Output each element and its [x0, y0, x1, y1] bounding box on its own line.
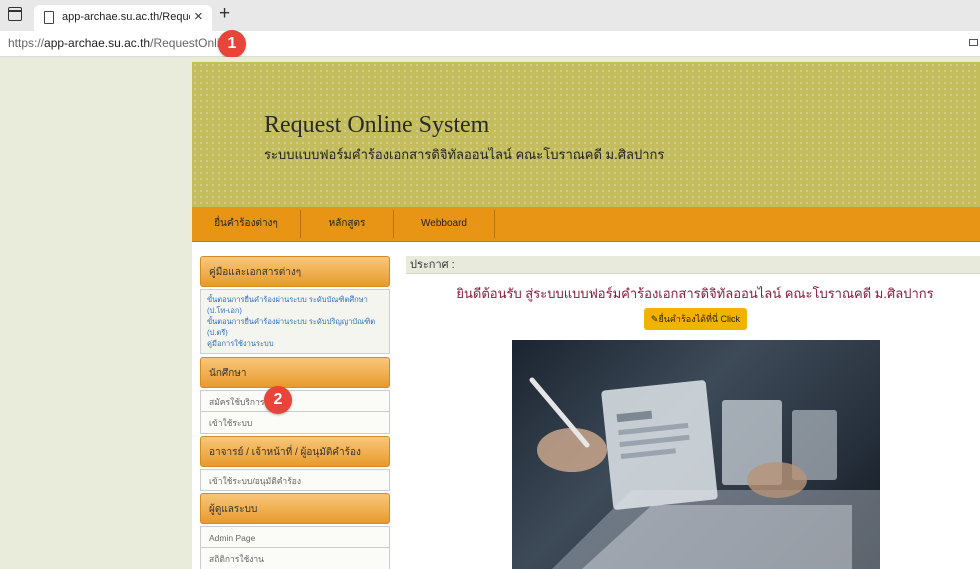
address-bar[interactable]: https://app-archae.su.ac.th/RequestOnlin… — [0, 31, 980, 57]
tab-title: app-archae.su.ac.th/RequestOnli — [62, 11, 190, 23]
page-viewport: Request Online System ระบบแบบฟอร์มคำร้อง… — [0, 57, 980, 569]
main-content: ประกาศ : ยินดีต้อนรับ สู่ระบบแบบฟอร์มคำร… — [406, 256, 980, 569]
sidebar-item-student-login[interactable]: เข้าใช้ระบบ — [200, 412, 390, 434]
tab-actions-icon[interactable] — [8, 7, 22, 21]
url-host: app-archae.su.ac.th — [44, 36, 151, 50]
manual-link-undergraduate[interactable]: ขั้นตอนการยื่นคำร้องผ่านระบบ ระดับปริญญา… — [207, 316, 383, 338]
sidebar-item-register[interactable]: สมัครใช้บริการ — [200, 390, 390, 412]
sidebar-item-staff-login[interactable]: เข้าใช้ระบบ/อนุมัติคำร้อง — [200, 469, 390, 491]
welcome-heading: ยินดีต้อนรับ สู่ระบบแบบฟอร์มคำร้องเอกสาร… — [456, 286, 934, 301]
nav-item-webboard[interactable]: Webboard — [394, 207, 494, 241]
banner-title: Request Online System — [264, 112, 490, 138]
url-prefix: https:// — [8, 36, 45, 50]
browser-tab-strip: app-archae.su.ac.th/RequestOnli × + — [0, 0, 980, 31]
sidebar-header-student: นักศึกษา — [200, 357, 390, 388]
sidebar-header-admin: ผู้ดูแลระบบ — [200, 493, 390, 524]
submit-request-button[interactable]: ✎ยื่นคำร้องได้ที่นี่ Click — [644, 308, 747, 330]
sidebar-header-staff: อาจารย์ / เจ้าหน้าที่ / ผู้อนุมัติคำร้อง — [200, 436, 390, 467]
manuals-links-box: ขั้นตอนการยื่นคำร้องผ่านระบบ ระดับบัณฑิต… — [200, 289, 390, 354]
nav-item-requests[interactable]: ยื่นคำร้องต่างๆ — [192, 207, 300, 241]
sidebar-header-manuals: คู่มือและเอกสารต่างๆ — [200, 256, 390, 287]
sidebar-item-admin-page[interactable]: Admin Page — [200, 526, 390, 548]
hero-image — [512, 340, 880, 569]
annotation-badge-1: 1 — [218, 30, 246, 58]
site-banner: Request Online System ระบบแบบฟอร์มคำร้อง… — [192, 62, 980, 207]
url-text[interactable]: https://app-archae.su.ac.th/RequestOnlin… — [8, 36, 236, 50]
screen-share-icon[interactable] — [969, 39, 978, 46]
nav-divider — [494, 210, 495, 238]
manual-link-graduate[interactable]: ขั้นตอนการยื่นคำร้องผ่านระบบ ระดับบัณฑิต… — [207, 294, 383, 316]
close-tab-icon[interactable]: × — [194, 8, 203, 25]
laptop-documents-illustration — [529, 377, 880, 569]
browser-tab[interactable]: app-archae.su.ac.th/RequestOnli × — [34, 5, 212, 31]
nav-item-curriculum[interactable]: หลักสูตร — [301, 207, 393, 241]
sidebar: คู่มือและเอกสารต่างๆ ขั้นตอนการยื่นคำร้อ… — [200, 256, 392, 569]
page-icon — [44, 11, 54, 24]
announcement-bar: ประกาศ : — [406, 256, 980, 274]
annotation-badge-2: 2 — [264, 386, 292, 414]
banner-subtitle: ระบบแบบฟอร์มคำร้องเอกสารดิจิทัลออนไลน์ ค… — [264, 147, 665, 162]
site-container: Request Online System ระบบแบบฟอร์มคำร้อง… — [192, 62, 980, 569]
manual-link-user-guide[interactable]: คู่มือการใช้งานระบบ — [207, 338, 383, 349]
main-nav: ยื่นคำร้องต่างๆ หลักสูตร Webboard — [192, 207, 980, 242]
new-tab-icon[interactable]: + — [219, 3, 230, 25]
sidebar-item-statistics[interactable]: สถิติการใช้งาน — [200, 548, 390, 569]
